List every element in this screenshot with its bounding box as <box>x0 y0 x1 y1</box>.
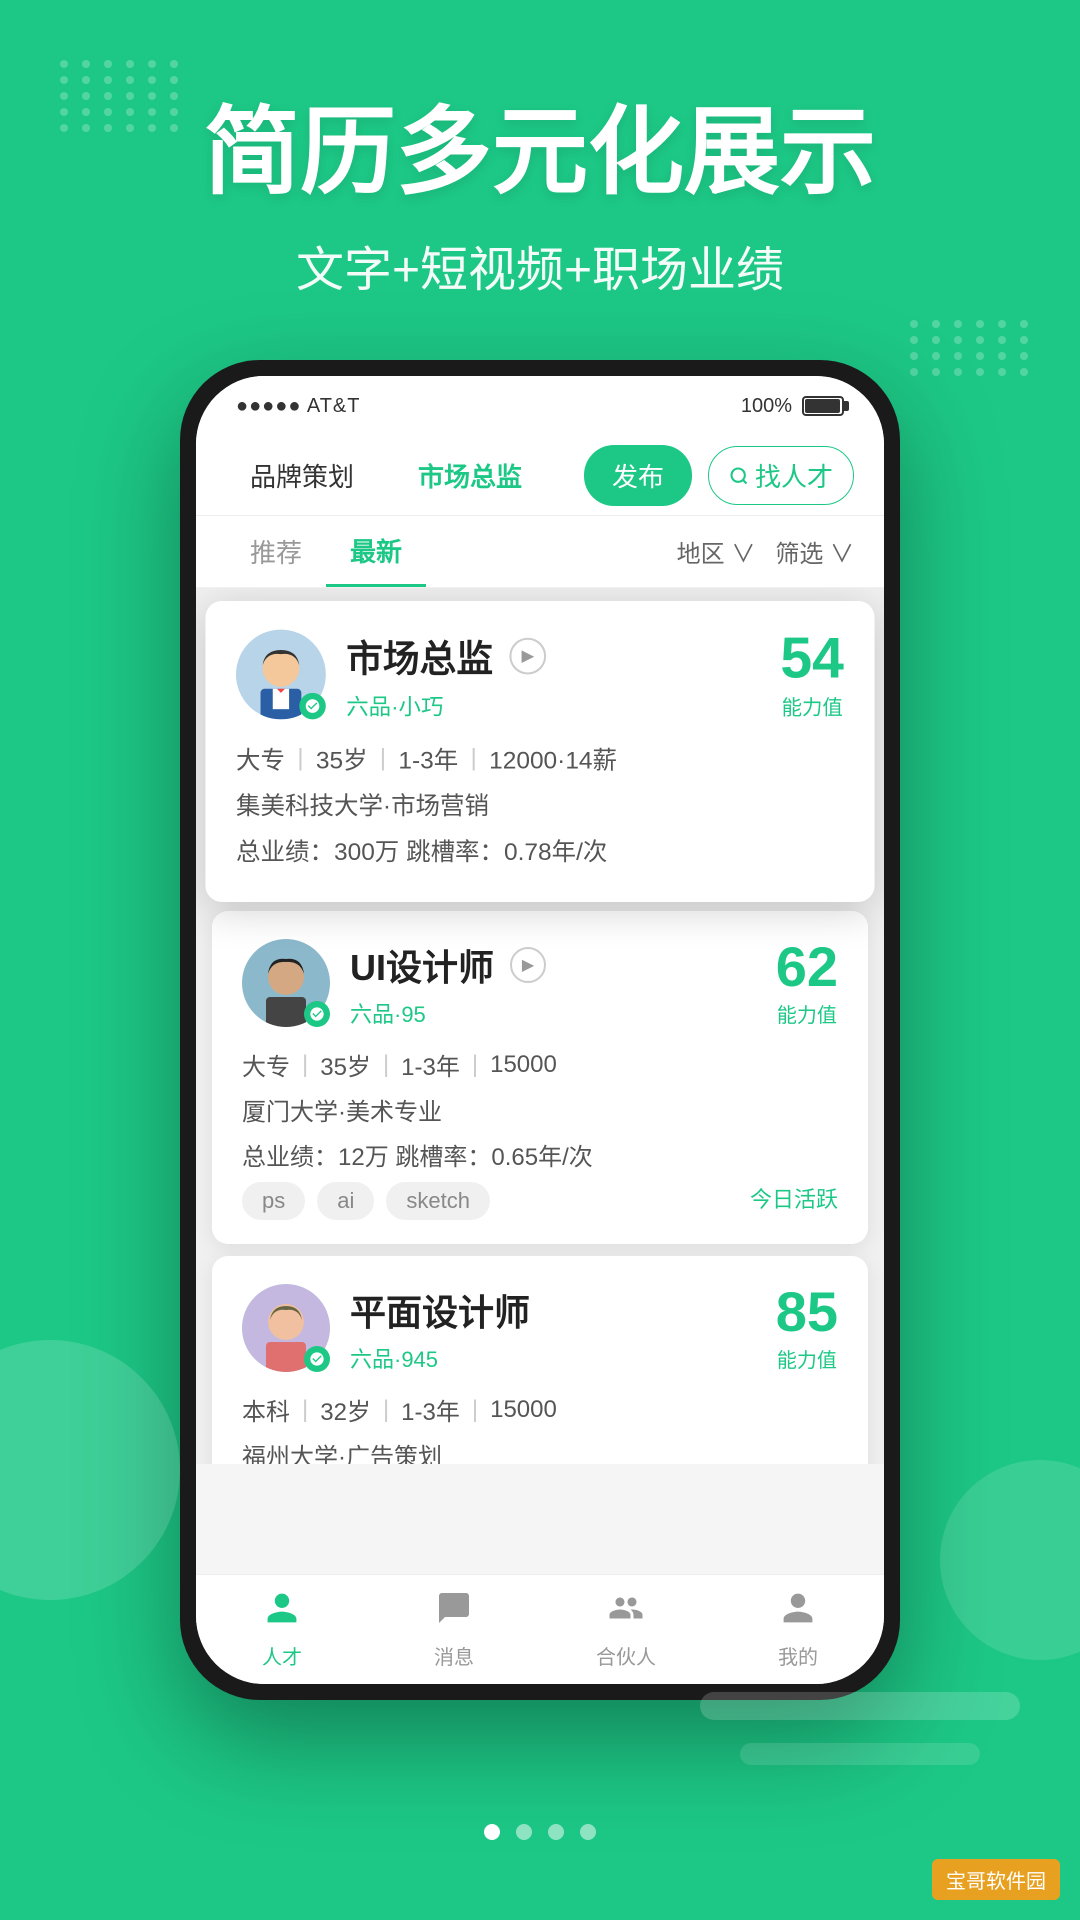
ability-score-3: 85 能力值 <box>776 1284 838 1373</box>
watermark: 宝哥软件园 <box>932 1859 1060 1900</box>
main-title: 简历多元化展示 <box>60 100 1020 206</box>
nav-label-mine: 我的 <box>778 1641 818 1670</box>
card-details-3: 本科| 32岁| 1-3年| 15000 <box>242 1392 838 1427</box>
score-num-1: 54 <box>780 630 844 687</box>
card-info-1: 市场总监 ▶ 六品·小巧 <box>346 630 780 722</box>
nav-tag-shichang[interactable]: 市场总监 <box>394 447 546 504</box>
phone-inner: ●●●●● AT&T 100% 品牌策划 市场总监 发布 找人才 推荐 最新 <box>196 376 884 1684</box>
filter-bar: 推荐 最新 地区 ∨ 筛选 ∨ <box>196 516 884 588</box>
avatar-badge-2 <box>304 1001 330 1027</box>
card-info-2: UI设计师 ▶ 六品·95 <box>350 939 776 1029</box>
status-carrier: ●●●●● AT&T <box>236 395 360 418</box>
card-achievement-2: 总业绩：12万 跳槽率：0.65年/次 <box>242 1137 838 1172</box>
sub-title: 文字+短视频+职场业绩 <box>60 230 1020 300</box>
play-button-1[interactable]: ▶ <box>509 638 546 675</box>
header-area: 简历多元化展示 文字+短视频+职场业绩 <box>0 100 1080 300</box>
battery-percent: 100% <box>741 395 792 418</box>
partner-icon <box>608 1590 644 1635</box>
nav-item-partner[interactable]: 合伙人 <box>540 1590 712 1670</box>
card-userid-3: 六品·945 <box>350 1342 776 1374</box>
bottom-nav: 人才 消息 合伙人 我 <box>196 1574 884 1684</box>
card-tags-2: ps ai sketch 今日活跃 <box>242 1182 838 1220</box>
avatar-wrap-1 <box>236 630 326 720</box>
nav-item-message[interactable]: 消息 <box>368 1590 540 1670</box>
card-name-2: UI设计师 <box>350 939 494 991</box>
tag-sketch-2: sketch <box>386 1182 490 1220</box>
page-dot-3[interactable] <box>548 1824 564 1840</box>
phone-mockup: ●●●●● AT&T 100% 品牌策划 市场总监 发布 找人才 推荐 最新 <box>180 360 900 1700</box>
filter-tab-recommend[interactable]: 推荐 <box>226 516 326 587</box>
avatar-badge-1 <box>299 693 326 720</box>
play-button-2[interactable]: ▶ <box>510 947 546 983</box>
nav-label-partner: 合伙人 <box>596 1641 656 1670</box>
score-num-3: 85 <box>776 1284 838 1340</box>
card-userid-2: 六品·95 <box>350 997 776 1029</box>
tag-ps-2: ps <box>242 1182 305 1220</box>
score-label-2: 能力值 <box>776 999 838 1028</box>
ability-score-1: 54 能力值 <box>780 630 844 721</box>
filter-right: 地区 ∨ 筛选 ∨ <box>677 534 854 569</box>
status-right: 100% <box>741 395 844 418</box>
bg-circle-bottomright <box>940 1460 1080 1660</box>
app-nav: 品牌策划 市场总监 发布 找人才 <box>196 436 884 516</box>
nav-item-talent[interactable]: 人才 <box>196 1590 368 1670</box>
card-details-2: 大专| 35岁| 1-3年| 15000 <box>242 1047 838 1082</box>
avatar-wrap-2 <box>242 939 330 1027</box>
card-userid-1: 六品·小巧 <box>346 689 780 722</box>
card-school-2: 厦门大学·美术专业 <box>242 1092 838 1127</box>
score-label-3: 能力值 <box>776 1344 838 1373</box>
bg-dots-topright <box>910 320 1030 420</box>
card-name-3: 平面设计师 <box>350 1284 530 1336</box>
find-talent-button[interactable]: 找人才 <box>708 446 854 505</box>
profile-card-2[interactable]: UI设计师 ▶ 六品·95 62 能力值 大专| 35岁| <box>212 911 868 1244</box>
card-list: 市场总监 ▶ 六品·小巧 54 能力值 大专| 35岁| 1 <box>196 588 884 1464</box>
ability-score-2: 62 能力值 <box>776 939 838 1028</box>
nav-label-message: 消息 <box>434 1641 474 1670</box>
card-school-3: 福州大学·广告策划 <box>242 1437 838 1464</box>
avatar-wrap-3 <box>242 1284 330 1372</box>
nav-tag-pinpai[interactable]: 品牌策划 <box>226 447 378 504</box>
message-icon <box>436 1590 472 1635</box>
score-label-1: 能力值 <box>780 691 844 721</box>
profile-card-3[interactable]: 平面设计师 六品·945 85 能力值 本科| 32岁| 1-3年| <box>212 1256 868 1464</box>
bg-stripe-1 <box>700 1692 1020 1720</box>
card-details-1: 大专| 35岁| 1-3年| 12000·14薪 <box>236 740 844 776</box>
bg-stripe-2 <box>740 1743 980 1765</box>
page-dot-4[interactable] <box>580 1824 596 1840</box>
filter-region[interactable]: 地区 ∨ <box>677 534 756 569</box>
avatar-badge-3 <box>304 1346 330 1372</box>
phone-outer: ●●●●● AT&T 100% 品牌策划 市场总监 发布 找人才 推荐 最新 <box>180 360 900 1700</box>
page-dot-2[interactable] <box>516 1824 532 1840</box>
tag-ai-2: ai <box>317 1182 374 1220</box>
talent-icon <box>264 1590 300 1635</box>
card-achievement-1: 总业绩：300万 跳槽率：0.78年/次 <box>236 832 844 868</box>
publish-button[interactable]: 发布 <box>584 445 692 506</box>
active-label-2: 今日活跃 <box>750 1182 838 1220</box>
card-name-1: 市场总监 <box>346 630 493 683</box>
card-info-3: 平面设计师 六品·945 <box>350 1284 776 1374</box>
bg-circle-bottomleft <box>0 1340 180 1600</box>
nav-item-mine[interactable]: 我的 <box>712 1590 884 1670</box>
page-dots <box>484 1824 596 1840</box>
nav-label-talent: 人才 <box>262 1641 302 1670</box>
filter-screen[interactable]: 筛选 ∨ <box>775 534 854 569</box>
profile-card-1[interactable]: 市场总监 ▶ 六品·小巧 54 能力值 大专| 35岁| 1 <box>205 601 874 902</box>
card-school-1: 集美科技大学·市场营销 <box>236 786 844 822</box>
score-num-2: 62 <box>776 939 838 995</box>
mine-icon <box>780 1590 816 1635</box>
page-dot-1[interactable] <box>484 1824 500 1840</box>
filter-tab-latest[interactable]: 最新 <box>326 516 426 587</box>
status-bar: ●●●●● AT&T 100% <box>196 376 884 436</box>
battery-icon <box>802 396 844 416</box>
